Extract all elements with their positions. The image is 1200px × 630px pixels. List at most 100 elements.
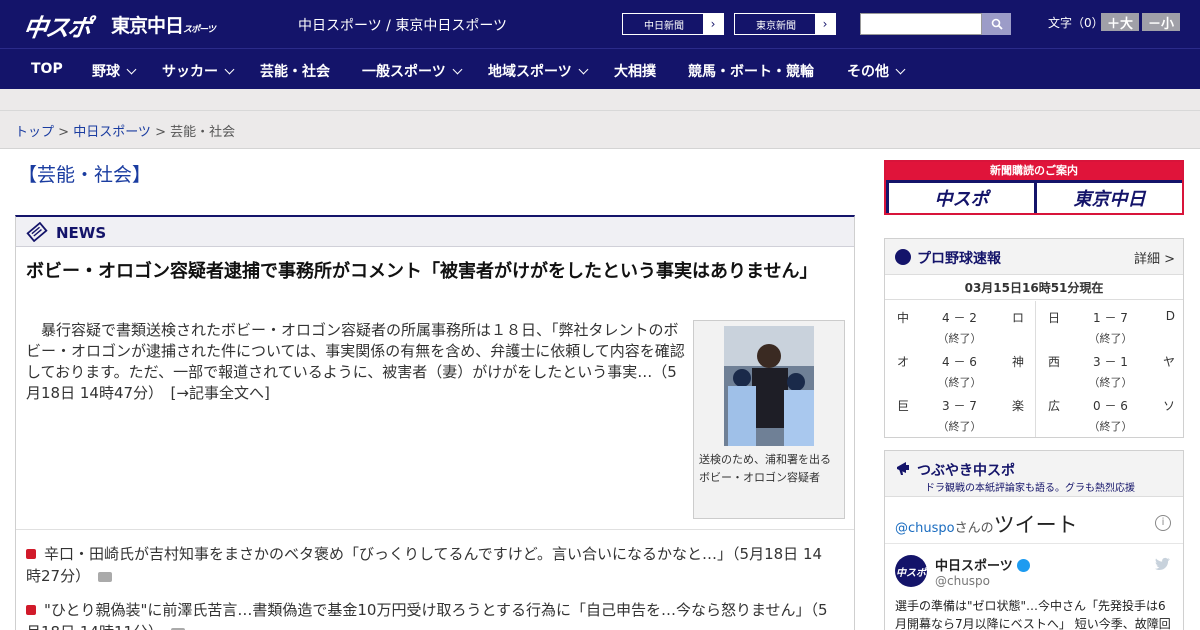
font-size-increase-button[interactable]: ＋大 [1101, 13, 1139, 32]
nav-item-entertainment[interactable]: 芸能・社会 [260, 61, 330, 81]
bullet-icon [26, 605, 36, 615]
search-button[interactable] [982, 13, 1011, 35]
nav-item-other[interactable]: その他 [847, 61, 906, 81]
subscribe-chuspo-logo[interactable]: 中スポ [889, 183, 1034, 213]
tweets-handle-link[interactable]: @chuspo [895, 521, 955, 536]
chevron-down-icon [126, 64, 137, 75]
tweet-account-name-text: 中日スポーツ [935, 559, 1013, 574]
tweets-word: ツイート [993, 513, 1078, 537]
game-row[interactable]: 巨 3 － 7 楽 （終了） [885, 389, 1034, 433]
baseball-header: プロ野球速報 詳細 > [885, 239, 1183, 275]
list-item-text: 辛口・田崎氏が吉村知事をまさかのベタ褒め「びっくりしてるんですけど。言い合いにな… [26, 545, 823, 585]
info-icon[interactable]: i [1155, 515, 1171, 531]
baseball-scores-panel: プロ野球速報 詳細 > 03月15日16時51分現在 中 4 － 2 ロ （終了… [884, 238, 1184, 438]
news-panel: NEWS ボビー・オロゴン容疑者逮捕で事務所がコメント「被害者がけがをしたという… [15, 215, 855, 630]
subscription-banner[interactable]: 新聞購読のご案内 中スポ 東京中日 [884, 160, 1184, 215]
chevron-right-icon: › [703, 14, 723, 34]
nav-item-racing[interactable]: 競馬・ボート・競輪 [688, 61, 814, 81]
font-size-decrease-button[interactable]: －小 [1142, 13, 1180, 32]
game-row[interactable]: オ 4 － 6 神 （終了） [885, 345, 1034, 389]
game-row[interactable]: 日 1 － 7 D （終了） [1036, 301, 1185, 345]
nav-item-soccer[interactable]: サッカー [162, 61, 235, 81]
avatar[interactable]: 中スポ [895, 555, 927, 587]
tweet-body[interactable]: 選手の準備は"ゼロ状態"…今中さん「先発投手は6月開幕なら7月以降にベストへ」 … [895, 597, 1177, 630]
nav-item-baseball[interactable]: 野球 [92, 61, 137, 81]
tokyo-shimbun-button[interactable]: 東京新聞 › [734, 13, 836, 35]
font-size-label: 文字（0） [1048, 16, 1104, 30]
nav-item-label: 芸能・社会 [260, 64, 330, 80]
main-nav: TOP 野球 サッカー 芸能・社会 一般スポーツ 地域スポーツ 大相撲 競馬・ボ… [0, 48, 1200, 89]
game-row[interactable]: 広 0 － 6 ソ （終了） [1036, 389, 1185, 433]
ad-strip [0, 89, 1200, 111]
game-status: （終了） [1088, 420, 1133, 433]
subscribe-tokyo-chunichi-logo[interactable]: 東京中日 [1037, 183, 1182, 213]
away-team: ヤ [1162, 355, 1175, 369]
baseball-title: プロ野球速報 [917, 251, 1001, 267]
nav-item-local-sports[interactable]: 地域スポーツ [488, 61, 589, 81]
game-row[interactable]: 中 4 － 2 ロ （終了） [885, 301, 1034, 345]
chunichi-shimbun-button[interactable]: 中日新聞 › [622, 13, 724, 35]
photo-image [724, 326, 814, 446]
nav-item-label: 地域スポーツ [488, 64, 572, 80]
tweets-san-no: さんの [954, 521, 994, 536]
breadcrumb-chunichi-link[interactable]: 中日スポーツ [73, 125, 151, 140]
news-header: NEWS [16, 217, 854, 247]
nav-item-label: その他 [847, 64, 889, 80]
game-status: （終了） [937, 376, 982, 389]
list-item[interactable]: 辛口・田崎氏が吉村知事をまさかのベタ褒め「びっくりしてるんですけど。言い合いにな… [26, 543, 836, 587]
away-team: ソ [1162, 399, 1175, 413]
page-title: 【芸能・社会】 [18, 164, 152, 186]
top-header: 中スポ 東京中日スポーツ 中日スポーツ / 東京中日スポーツ 中日新聞 › 東京… [0, 0, 1200, 48]
game-row[interactable]: 西 3 － 1 ヤ （終了） [1036, 345, 1185, 389]
breadcrumb-separator: > [54, 125, 74, 140]
game-status: （終了） [1088, 332, 1133, 345]
chuspo-logo[interactable]: 中スポ [22, 8, 93, 43]
bullet-icon [26, 549, 36, 559]
news-divider [16, 529, 854, 530]
tokyo-chunichi-logo[interactable]: 東京中日スポーツ [111, 11, 216, 38]
twitter-bird-icon[interactable] [1153, 557, 1171, 572]
breadcrumb: トップ > 中日スポーツ > 芸能・社会 [0, 111, 1200, 149]
baseball-timestamp: 03月15日16時51分現在 [885, 276, 1183, 300]
tweet-account-handle[interactable]: @chuspo [935, 574, 990, 588]
game-status: （終了） [1088, 376, 1133, 389]
away-team: 楽 [1011, 399, 1024, 413]
news-photo-box[interactable]: 送検のため、浦和署を出るボビー・オロゴン容疑者 [693, 320, 845, 519]
tokyo-chunichi-logo-small: スポーツ [183, 25, 216, 35]
newspaper-icon [26, 222, 48, 242]
camera-icon [98, 572, 113, 582]
tweets-header: つぶやき中スポ ドラ観戦の本紙評論家も語る。グラも熱烈応援 [885, 451, 1183, 497]
main-headline-link[interactable]: ボビー・オロゴン容疑者逮捕で事務所がコメント「被害者がけがをしたという事実はあり… [26, 259, 836, 285]
game-status: （終了） [937, 332, 982, 345]
list-item[interactable]: "ひとり親偽装"に前澤氏苦言…書類偽造で基金10万円受け取ろうとする行為に「自己… [26, 599, 836, 630]
nav-item-general-sports[interactable]: 一般スポーツ [362, 61, 463, 81]
search-input[interactable] [860, 13, 982, 35]
news-photo[interactable] [724, 326, 814, 446]
away-team: D [1165, 309, 1175, 323]
photo-caption: 送検のため、浦和署を出るボビー・オロゴン容疑者 [699, 453, 831, 484]
score-column-left: 中 4 － 2 ロ （終了） オ 4 － 6 神 （終了） 巨 3 － 7 楽 … [885, 301, 1034, 437]
baseball-icon [895, 249, 911, 265]
tweets-separator [885, 543, 1183, 544]
chevron-down-icon [578, 64, 589, 75]
chevron-down-icon [895, 64, 906, 75]
main-lead-text[interactable]: 暴行容疑で書類送検されたボビー・オロゴン容疑者の所属事務所は１８日、「弊社タレン… [26, 320, 686, 404]
baseball-details-link[interactable]: 詳細 > [1134, 248, 1175, 267]
tweets-title: つぶやき中スポ [917, 463, 1015, 479]
tweets-subtitle: ドラ観戦の本紙評論家も語る。グラも熱烈応援 [925, 483, 1135, 494]
nav-item-top[interactable]: TOP [31, 61, 63, 77]
score-column-right: 日 1 － 7 D （終了） 西 3 － 1 ヤ （終了） 広 0 － 6 ソ … [1035, 301, 1184, 437]
tokyo-chunichi-logo-text: 東京中日 [111, 15, 184, 37]
away-team: ロ [1011, 311, 1024, 325]
chevron-right-icon: › [815, 14, 835, 34]
chevron-down-icon [452, 64, 463, 75]
tweets-panel: つぶやき中スポ ドラ観戦の本紙評論家も語る。グラも熱烈応援 @chuspoさんの… [884, 450, 1184, 630]
tweets-heading: @chuspoさんのツイート [895, 509, 1078, 539]
tweet-account-name[interactable]: 中日スポーツ [935, 555, 1030, 574]
nav-item-label: 競馬・ボート・競輪 [688, 64, 814, 80]
nav-item-sumo[interactable]: 大相撲 [614, 61, 656, 81]
game-status: （終了） [937, 420, 982, 433]
site-names[interactable]: 中日スポーツ / 東京中日スポーツ [298, 15, 507, 35]
breadcrumb-top-link[interactable]: トップ [15, 125, 54, 140]
game-score: 1 － 7 [1093, 311, 1128, 325]
